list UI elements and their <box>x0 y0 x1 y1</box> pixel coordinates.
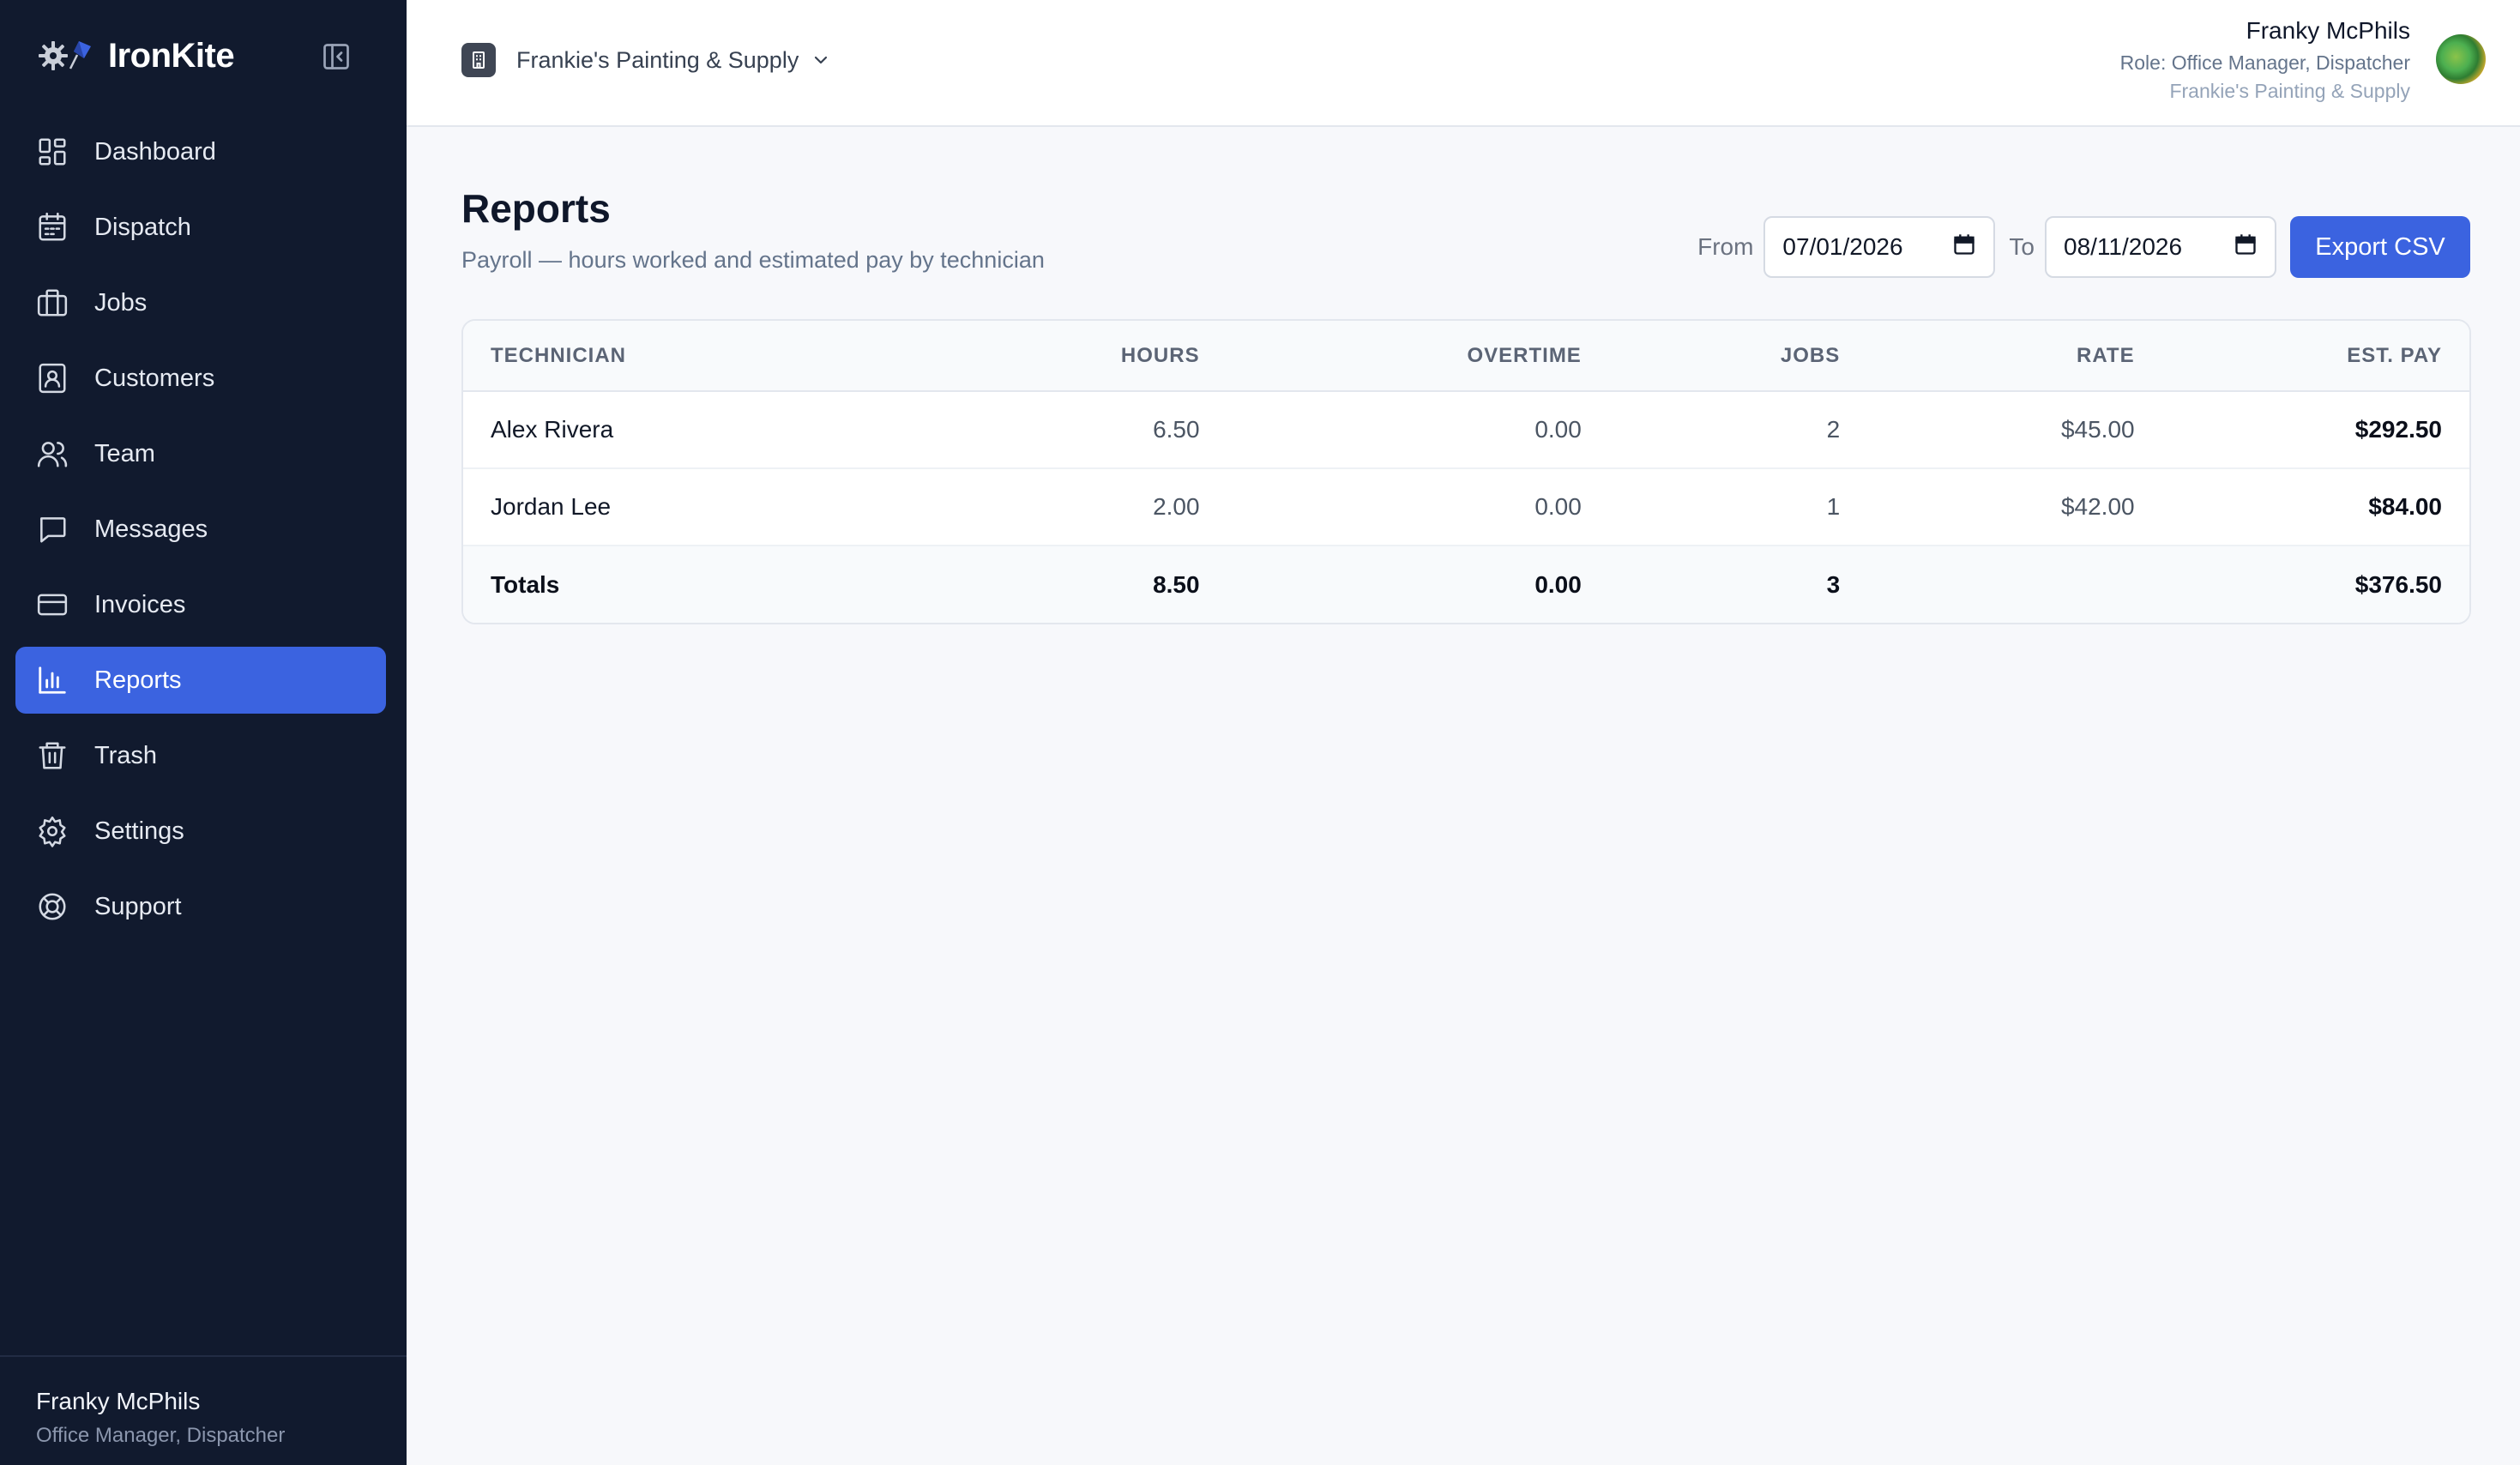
report-controls: From 07/01/2026 To 08/11/2026 Export CSV <box>1697 216 2470 278</box>
from-date-value: 07/01/2026 <box>1782 233 1903 260</box>
page-subtitle: Payroll — hours worked and estimated pay… <box>461 247 1045 273</box>
sidebar-user-name: Franky McPhils <box>36 1388 201 1414</box>
app-name: IronKite <box>108 36 235 75</box>
sidebar-item-invoices[interactable]: Invoices <box>15 571 386 638</box>
calendar-picker-icon[interactable] <box>1952 232 1976 262</box>
contact-card-icon <box>36 362 69 395</box>
user-info[interactable]: Franky McPhils Role: Office Manager, Dis… <box>2120 17 2410 103</box>
to-date-value: 08/11/2026 <box>2064 233 2183 260</box>
hours-cell: 6.50 <box>908 391 1200 469</box>
sidebar-item-jobs[interactable]: Jobs <box>15 269 386 336</box>
sidebar-user-role: Office Manager, Dispatcher <box>36 1424 286 1447</box>
column-header-overtime[interactable]: OVERTIME <box>1199 321 1582 392</box>
sidebar-item-label: Dashboard <box>94 137 216 166</box>
sidebar-item-label: Jobs <box>94 288 148 317</box>
payroll-table: TECHNICIAN HOURS OVERTIME JOBS RATE EST.… <box>463 321 2469 623</box>
collapse-sidebar-icon[interactable] <box>319 39 353 74</box>
sidebar-item-trash[interactable]: Trash <box>15 722 386 789</box>
rate-cell: $42.00 <box>1840 468 2135 546</box>
total-rate <box>1840 545 2135 623</box>
technician-name: Alex Rivera <box>463 391 909 469</box>
sidebar-item-reports[interactable]: Reports <box>15 647 386 714</box>
column-header-est-pay[interactable]: EST. PAY <box>2134 321 2469 392</box>
total-est-pay: $376.50 <box>2134 545 2469 623</box>
trash-icon <box>36 739 69 772</box>
total-hours: 8.50 <box>908 545 1200 623</box>
message-icon <box>36 513 69 546</box>
from-date-input[interactable]: 07/01/2026 <box>1763 216 1996 278</box>
to-label: To <box>2009 233 2035 260</box>
table-row[interactable]: Jordan Lee 2.00 0.00 1 $42.00 $84.00 <box>463 468 2469 546</box>
rate-cell: $45.00 <box>1840 391 2135 469</box>
sidebar-item-customers[interactable]: Customers <box>15 345 386 412</box>
column-header-jobs[interactable]: JOBS <box>1581 321 1841 392</box>
sidebar-item-label: Invoices <box>94 590 186 618</box>
user-role: Role: Office Manager, Dispatcher <box>2119 51 2410 74</box>
sidebar-item-dispatch[interactable]: Dispatch <box>15 194 386 261</box>
sidebar: IronKite Dashboard Dispatch Jobs Custome… <box>0 0 407 1465</box>
brand[interactable]: IronKite <box>36 34 235 77</box>
page-title: Reports <box>461 186 611 231</box>
sidebar-item-team[interactable]: Team <box>15 420 386 487</box>
chevron-down-icon <box>811 48 835 72</box>
export-csv-button[interactable]: Export CSV <box>2290 216 2470 278</box>
totals-row: Totals 8.50 0.00 3 $376.50 <box>463 545 2469 623</box>
overtime-cell: 0.00 <box>1199 468 1582 546</box>
sidebar-item-settings[interactable]: Settings <box>15 798 386 865</box>
sidebar-item-messages[interactable]: Messages <box>15 496 386 563</box>
totals-label: Totals <box>463 545 909 623</box>
sidebar-item-label: Reports <box>94 666 182 694</box>
sidebar-item-label: Settings <box>94 817 184 845</box>
payroll-table-card: TECHNICIAN HOURS OVERTIME JOBS RATE EST.… <box>461 319 2471 624</box>
sidebar-item-label: Team <box>94 439 155 467</box>
sidebar-item-label: Trash <box>94 741 158 769</box>
org-name: Frankie's Painting & Supply <box>516 46 799 73</box>
avatar[interactable] <box>2436 34 2486 84</box>
total-overtime: 0.00 <box>1199 545 1582 623</box>
column-header-hours[interactable]: HOURS <box>908 321 1200 392</box>
briefcase-icon <box>36 286 69 319</box>
building-icon <box>461 43 496 77</box>
from-label: From <box>1697 233 1754 260</box>
sidebar-item-label: Support <box>94 892 182 920</box>
sidebar-item-dashboard[interactable]: Dashboard <box>15 118 386 185</box>
sidebar-item-label: Messages <box>94 515 208 543</box>
column-header-technician[interactable]: TECHNICIAN <box>463 321 909 392</box>
technician-name: Jordan Lee <box>463 468 909 546</box>
topbar: Frankie's Painting & Supply Franky McPhi… <box>407 0 2520 127</box>
users-icon <box>36 437 69 470</box>
est-pay-cell: $292.50 <box>2134 391 2469 469</box>
est-pay-cell: $84.00 <box>2134 468 2469 546</box>
jobs-cell: 1 <box>1581 468 1841 546</box>
jobs-cell: 2 <box>1581 391 1841 469</box>
sidebar-item-support[interactable]: Support <box>15 873 386 940</box>
org-switcher[interactable]: Frankie's Painting & Supply <box>461 41 835 79</box>
sidebar-user[interactable]: Franky McPhils Office Manager, Dispatche… <box>0 1355 407 1465</box>
overtime-cell: 0.00 <box>1199 391 1582 469</box>
hours-cell: 2.00 <box>908 468 1200 546</box>
lifebuoy-icon <box>36 890 69 923</box>
credit-card-icon <box>36 588 69 621</box>
ironkite-logo-icon <box>36 34 105 77</box>
table-row[interactable]: Alex Rivera 6.50 0.00 2 $45.00 $292.50 <box>463 391 2469 469</box>
table-header-row: TECHNICIAN HOURS OVERTIME JOBS RATE EST.… <box>463 321 2469 392</box>
to-date-input[interactable]: 08/11/2026 <box>2045 216 2276 278</box>
dashboard-icon <box>36 136 69 168</box>
calendar-icon <box>36 211 69 244</box>
calendar-picker-icon[interactable] <box>2234 232 2258 262</box>
sidebar-item-label: Customers <box>94 364 215 392</box>
total-jobs: 3 <box>1581 545 1841 623</box>
sidebar-nav: Dashboard Dispatch Jobs Customers Team M… <box>15 118 386 949</box>
column-header-rate[interactable]: RATE <box>1840 321 2135 392</box>
gear-icon <box>36 815 69 847</box>
user-name: Franky McPhils <box>2246 17 2410 44</box>
user-org: Frankie's Painting & Supply <box>2169 80 2410 102</box>
sidebar-item-label: Dispatch <box>94 213 191 241</box>
bar-chart-icon <box>36 664 69 696</box>
